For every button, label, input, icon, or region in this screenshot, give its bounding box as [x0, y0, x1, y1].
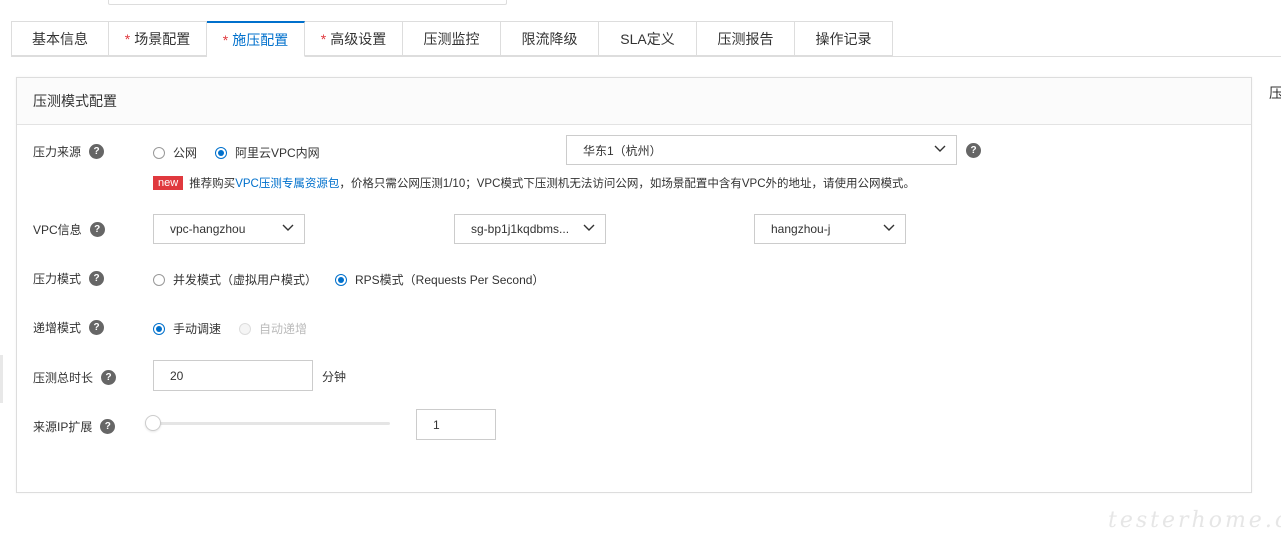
tab-load-config[interactable]: * 施压配置	[207, 21, 305, 57]
ip-expansion-row: 来源IP扩展 ?	[33, 418, 116, 435]
vpc-value: vpc-hangzhou	[170, 222, 246, 236]
radio-icon	[153, 322, 165, 335]
help-icon[interactable]: ?	[89, 320, 105, 335]
tab-scene-config[interactable]: * 场景配置	[109, 21, 207, 56]
radio-manual-ramp[interactable]: 手动调速	[153, 320, 221, 337]
radio-public-network[interactable]: 公网	[153, 144, 197, 161]
duration-input[interactable]	[153, 360, 313, 391]
help-icon[interactable]: ?	[966, 143, 981, 158]
panel-header: 压测模式配置	[17, 78, 1251, 125]
duration-unit: 分钟	[322, 370, 347, 384]
tab-sla[interactable]: SLA定义	[599, 21, 697, 56]
radio-label: 公网	[173, 146, 198, 160]
radio-icon	[215, 146, 227, 159]
tab-report[interactable]: 压测报告	[697, 21, 795, 56]
radio-label: 并发模式（虚拟用户模式）	[173, 273, 318, 287]
help-icon[interactable]: ?	[89, 222, 105, 237]
security-group-select[interactable]: sg-bp1j1kqdbms...	[454, 214, 606, 244]
radio-label: 手动调速	[173, 322, 222, 336]
pressure-mode-label: 压力模式	[33, 272, 82, 286]
config-tabs: 基本信息 * 场景配置 * 施压配置 * 高级设置 压测监控 限流降级 SLA定义 压…	[11, 21, 893, 57]
required-mark: *	[320, 30, 327, 47]
ip-expansion-slider-track[interactable]	[153, 422, 390, 425]
vpc-info-label: VPC信息	[33, 223, 82, 237]
duration-row: 压测总时长 ?	[33, 369, 117, 386]
vpc-select[interactable]: vpc-hangzhou	[153, 214, 305, 244]
radio-label: RPS模式（Requests Per Second）	[355, 273, 545, 287]
radio-icon	[153, 273, 165, 286]
help-icon[interactable]: ?	[100, 419, 116, 434]
tab-operation-log[interactable]: 操作记录	[795, 21, 893, 56]
radio-icon	[239, 322, 251, 335]
tab-label: 限流降级	[521, 30, 578, 47]
radio-auto-ramp: 自动递增	[239, 320, 307, 337]
tab-basic-info[interactable]: 基本信息	[11, 21, 109, 56]
tab-monitoring[interactable]: 压测监控	[403, 21, 501, 56]
radio-rps-mode[interactable]: RPS模式（Requests Per Second）	[335, 271, 544, 288]
tab-label: 场景配置	[134, 30, 191, 47]
tab-label: 施压配置	[232, 31, 289, 48]
chevron-down-icon	[282, 224, 294, 231]
help-icon[interactable]: ?	[101, 370, 117, 385]
vswitch-select[interactable]: hangzhou-j	[754, 214, 906, 244]
chevron-down-icon	[883, 224, 895, 231]
tab-advanced-settings[interactable]: * 高级设置	[305, 21, 403, 56]
chevron-down-icon	[934, 145, 946, 152]
vpc-package-link[interactable]: VPC压测专属资源包	[235, 175, 339, 191]
radio-icon	[153, 146, 165, 159]
tab-label: 压测监控	[423, 30, 480, 47]
new-badge: new	[153, 176, 184, 190]
tab-label: 高级设置	[330, 30, 387, 47]
pressure-source-label: 压力来源	[33, 145, 82, 159]
ip-expansion-slider-handle[interactable]	[145, 415, 161, 431]
vswitch-value: hangzhou-j	[771, 222, 831, 236]
help-icon[interactable]: ?	[89, 144, 105, 159]
required-mark: *	[222, 31, 229, 48]
region-value: 华东1（杭州）	[583, 143, 662, 158]
tab-label: 基本信息	[32, 30, 88, 47]
pressure-mode-row: 压力模式 ?	[33, 270, 105, 287]
ramp-mode-label: 递增模式	[33, 321, 82, 335]
radio-icon	[335, 273, 347, 286]
top-input-fragment	[108, 0, 507, 5]
watermark: testerhome.com	[1108, 508, 1281, 533]
radio-label: 自动递增	[259, 322, 308, 336]
tab-divider	[11, 56, 1281, 57]
tab-label: SLA定义	[620, 30, 675, 47]
ip-expansion-input[interactable]	[416, 409, 496, 440]
chevron-down-icon	[583, 224, 595, 231]
note-prefix: 推荐购买	[189, 178, 236, 190]
pressure-source-row: 压力来源 ?	[33, 143, 105, 160]
tab-label: 压测报告	[717, 30, 774, 47]
ip-expansion-label: 来源IP扩展	[33, 420, 93, 434]
radio-label: 阿里云VPC内网	[235, 146, 320, 160]
tab-label: 操作记录	[815, 30, 872, 47]
right-edge-text: 压	[1269, 85, 1281, 101]
radio-concurrency-mode[interactable]: 并发模式（虚拟用户模式）	[153, 271, 317, 288]
vpc-recommendation-note: new 推荐购买 VPC压测专属资源包 ，价格只需公网压测1/10；VPC模式下压测…	[153, 175, 915, 191]
security-group-value: sg-bp1j1kqdbms...	[471, 222, 570, 236]
radio-vpc-network[interactable]: 阿里云VPC内网	[215, 144, 320, 161]
help-icon[interactable]: ?	[89, 271, 105, 286]
tab-rate-limit[interactable]: 限流降级	[501, 21, 599, 56]
region-select[interactable]: 华东1（杭州）	[566, 135, 957, 165]
panel-title: 压测模式配置	[33, 93, 117, 109]
ramp-mode-row: 递增模式 ?	[33, 319, 105, 336]
note-suffix: ，价格只需公网压测1/10；VPC模式下压测机无法访问公网，如场景配置中含有VP…	[339, 178, 916, 190]
vpc-info-row: VPC信息 ?	[33, 221, 105, 238]
duration-label: 压测总时长	[33, 371, 94, 385]
required-mark: *	[124, 30, 131, 47]
left-edge-marker	[0, 355, 3, 403]
